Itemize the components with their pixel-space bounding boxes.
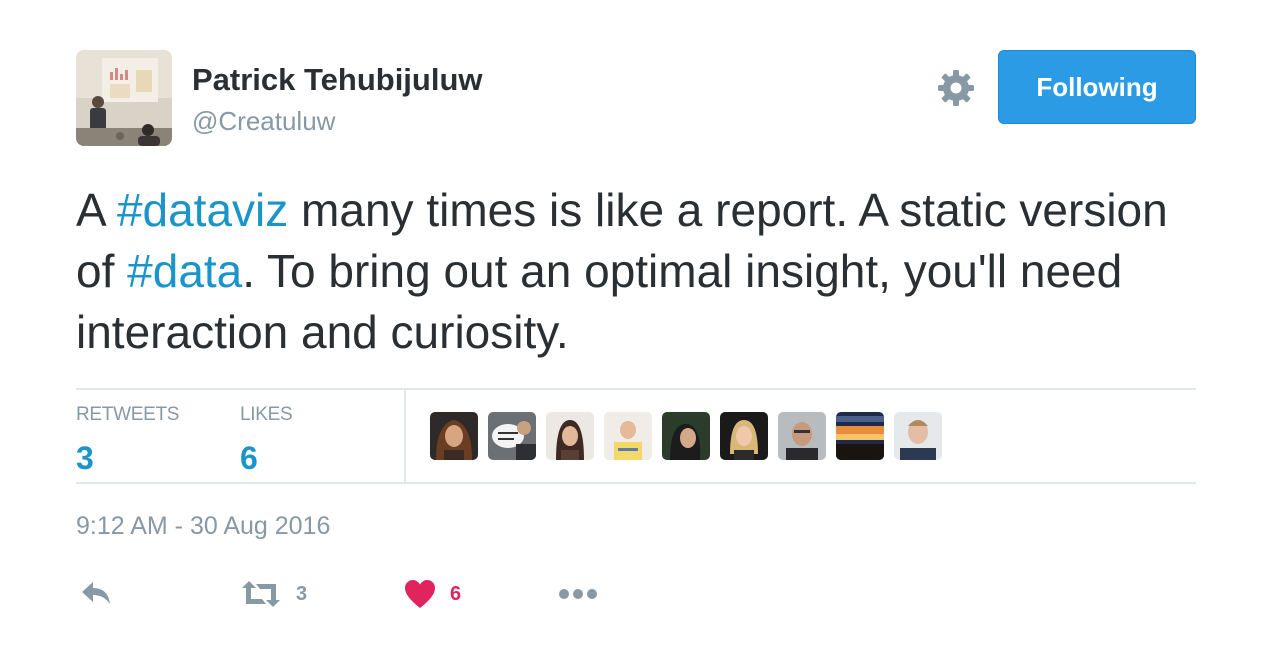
hashtag-link[interactable]: #data — [127, 245, 242, 297]
tweet-text-segment: A — [76, 184, 117, 236]
hashtag-link[interactable]: #dataviz — [117, 184, 288, 236]
likes-label: LIKES — [240, 404, 293, 425]
retweet-button[interactable]: 3 — [240, 572, 307, 616]
like-count: 6 — [450, 582, 462, 605]
stats-top-divider — [76, 388, 1196, 390]
liker-avatar[interactable] — [430, 412, 478, 460]
liker-avatar[interactable] — [546, 412, 594, 460]
stats-vertical-divider — [404, 389, 406, 483]
more-icon — [559, 589, 597, 599]
reply-icon — [82, 582, 110, 604]
author-handle[interactable]: @Creatuluw — [192, 106, 335, 137]
author-avatar-photo — [76, 50, 172, 146]
liker-avatars — [430, 412, 952, 460]
liker-avatar[interactable] — [488, 412, 536, 460]
likes-count: 6 — [240, 440, 258, 476]
author-name[interactable]: Patrick Tehubijuluw — [192, 62, 483, 98]
tweet-text: A #dataviz many times is like a report. … — [76, 180, 1216, 363]
liker-avatar[interactable] — [894, 412, 942, 460]
retweets-count: 3 — [76, 440, 94, 476]
liker-avatar[interactable] — [720, 412, 768, 460]
following-button[interactable]: Following — [998, 50, 1196, 124]
likes-stat[interactable]: LIKES 6 — [240, 404, 293, 477]
liker-avatar[interactable] — [604, 412, 652, 460]
tweet-timestamp[interactable]: 9:12 AM - 30 Aug 2016 — [76, 512, 330, 541]
retweets-stat[interactable]: RETWEETS 3 — [76, 404, 179, 477]
retweets-label: RETWEETS — [76, 404, 180, 425]
reply-button[interactable] — [80, 572, 112, 616]
liker-avatar[interactable] — [662, 412, 710, 460]
gear-icon[interactable] — [936, 68, 976, 108]
retweet-count: 3 — [296, 582, 308, 605]
more-button[interactable] — [558, 572, 598, 616]
liker-avatar[interactable] — [836, 412, 884, 460]
retweet-icon — [242, 581, 280, 607]
heart-icon — [405, 580, 435, 608]
author-avatar[interactable] — [76, 50, 172, 146]
stats-bottom-divider — [76, 482, 1196, 484]
liker-avatar[interactable] — [778, 412, 826, 460]
like-button[interactable]: 6 — [404, 572, 461, 616]
